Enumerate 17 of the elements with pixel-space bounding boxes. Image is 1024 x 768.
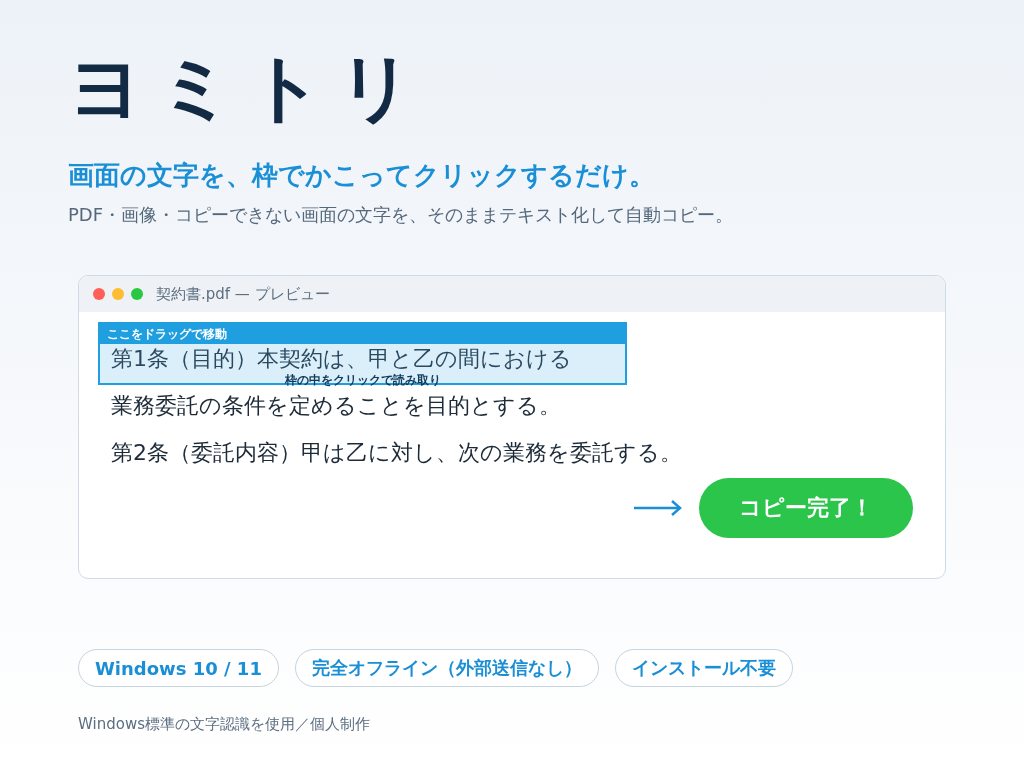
arrow-icon xyxy=(633,498,683,518)
frame-drag-bar[interactable]: ここをドラッグで移動 xyxy=(100,324,625,344)
window-title: 契約書.pdf — プレビュー xyxy=(156,284,330,304)
description: PDF・画像・コピーできない画面の文字を、そのままテキスト化して自動コピー。 xyxy=(68,203,735,227)
window-dot[interactable] xyxy=(93,288,105,300)
app-title: ヨミトリ xyxy=(68,50,429,132)
document-line: 第2条（委託内容）甲は乙に対し、次の業務を委託する。 xyxy=(111,439,682,467)
feature-badge: Windows 10 / 11 xyxy=(78,649,279,687)
copy-done-button[interactable]: コピー完了！ xyxy=(699,478,913,538)
footer-note: Windows標準の文字認識を使用／個人制作 xyxy=(78,715,371,734)
feature-badge: 完全オフライン（外部送信なし） xyxy=(294,649,599,687)
window-dot[interactable] xyxy=(112,288,124,300)
document-line: 第1条（目的）本契約は、甲と乙の間における xyxy=(111,345,572,373)
tagline: 画面の文字を、枠でかこってクリックするだけ。 xyxy=(68,159,656,192)
feature-badge: インストール不要 xyxy=(614,649,793,687)
document-line: 業務委託の条件を定めることを目的とする。 xyxy=(111,392,561,420)
window-dot[interactable] xyxy=(131,288,143,300)
